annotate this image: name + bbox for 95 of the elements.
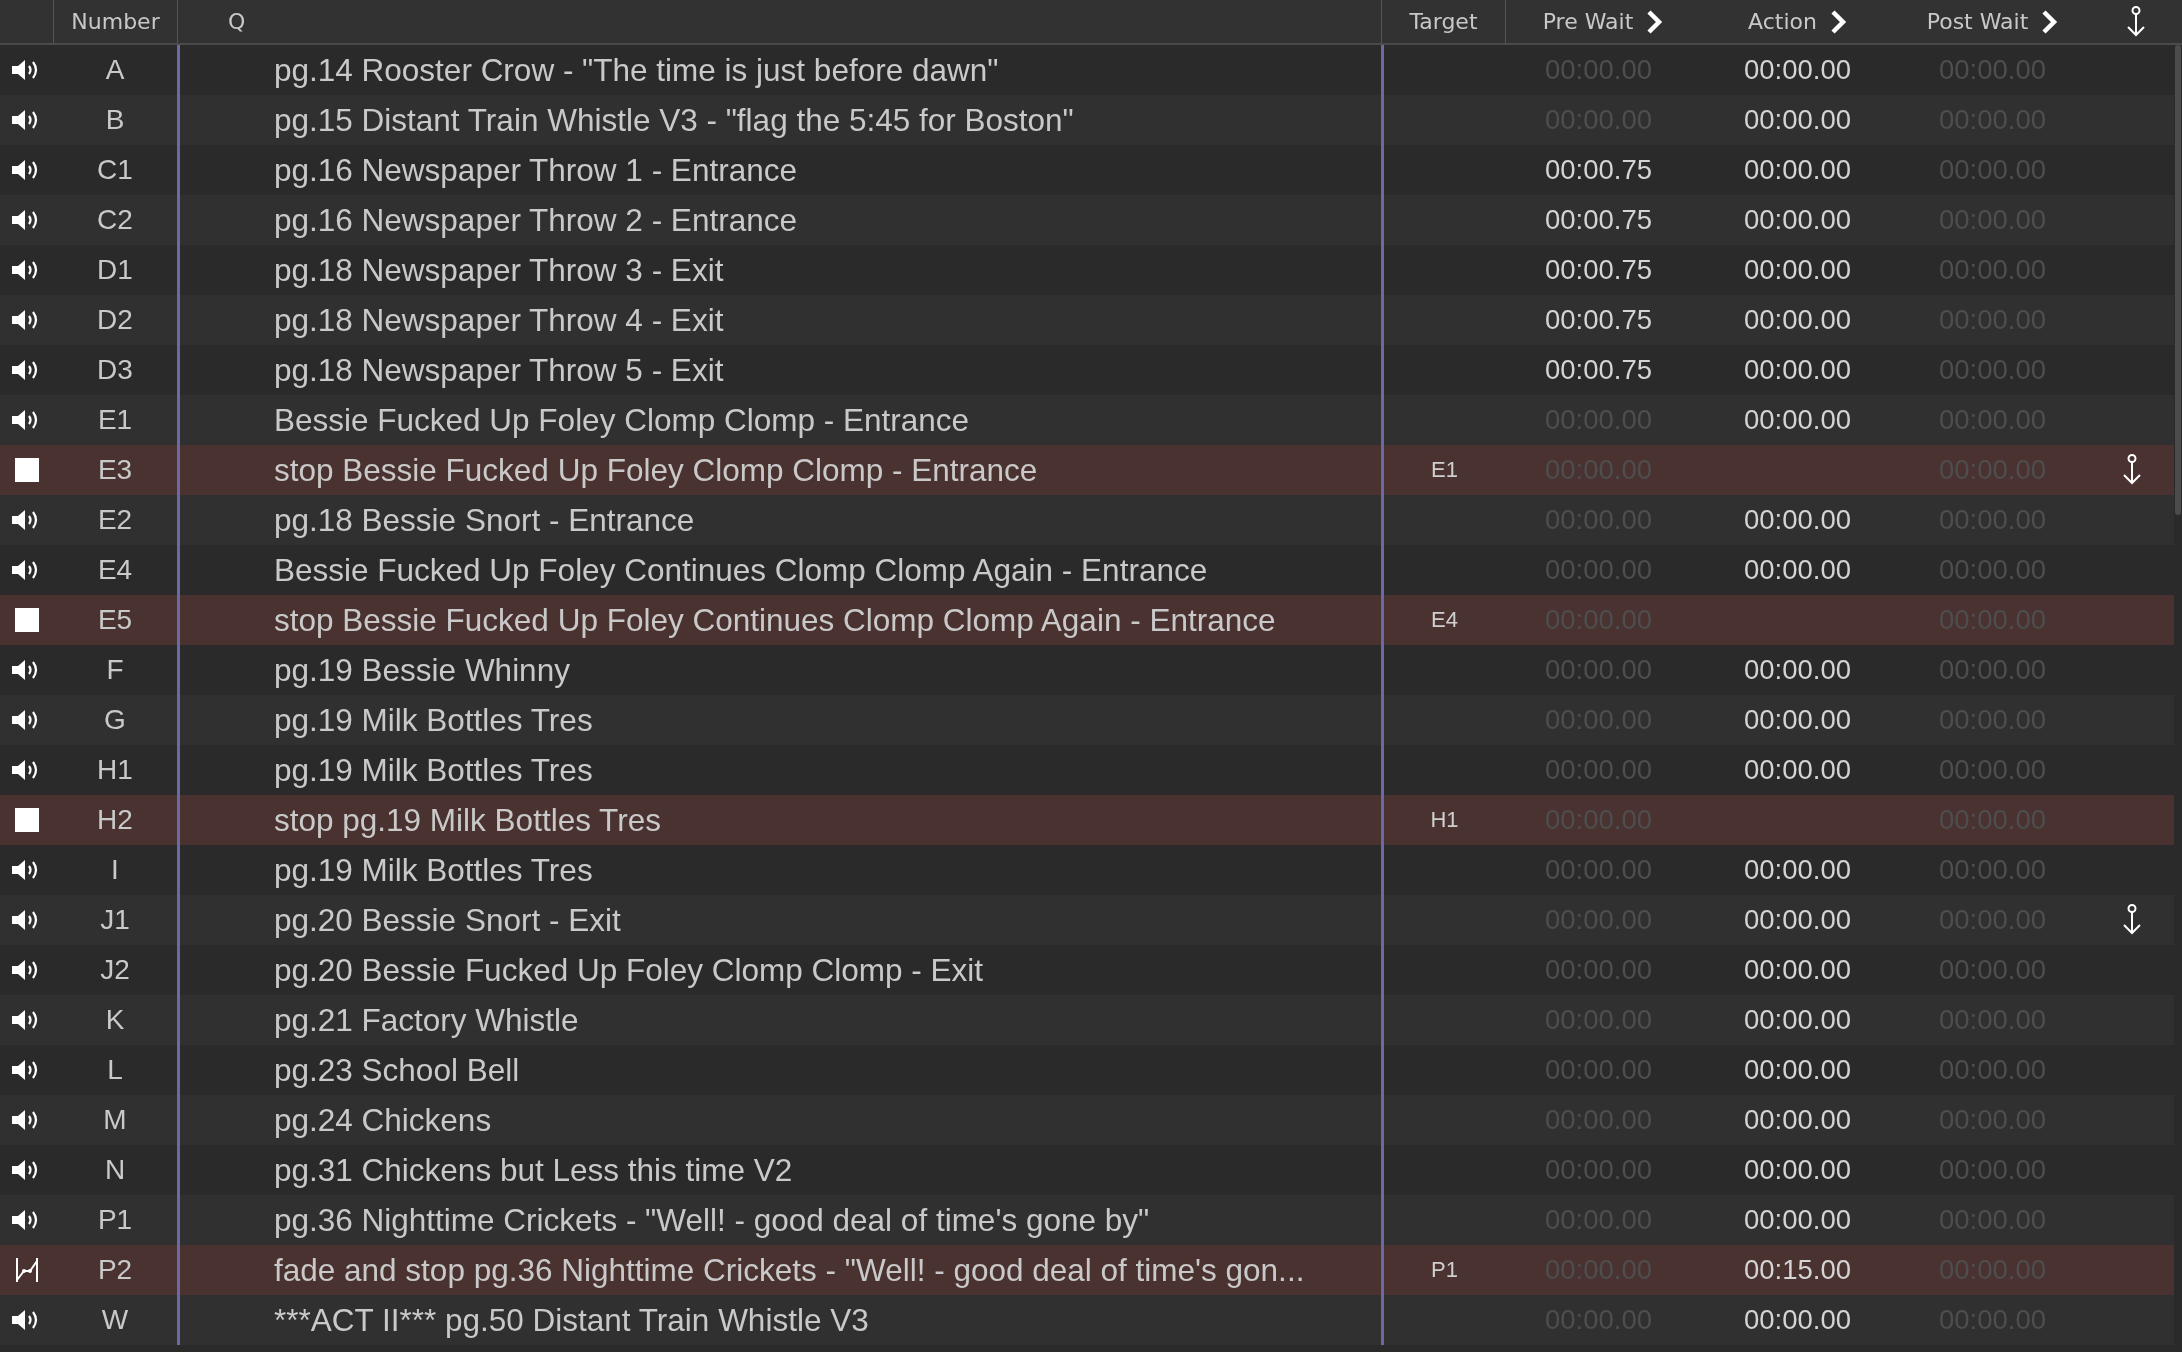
action-time: 00:00.00 <box>1743 54 1851 86</box>
cue-name: pg.18 Bessie Snort - Entrance <box>273 501 695 539</box>
cue-number: J1 <box>100 904 130 936</box>
cue-number: B <box>105 104 125 136</box>
cue-number: A <box>105 54 125 86</box>
action-time: 00:00.00 <box>1743 154 1851 186</box>
cue-number: J2 <box>100 954 130 986</box>
cue-number: L <box>107 1054 123 1086</box>
cue-name: pg.21 Factory Whistle <box>273 1001 579 1039</box>
cue-name: pg.20 Bessie Snort - Exit <box>273 901 621 939</box>
cue-number: F <box>106 654 124 686</box>
cue-number: H1 <box>97 754 133 786</box>
cue-number: D2 <box>97 304 133 336</box>
cue-name: pg.23 School Bell <box>273 1051 520 1089</box>
chevron-icon[interactable] <box>1645 9 1664 34</box>
action-time: 00:00.00 <box>1743 254 1851 286</box>
chevron-icon[interactable] <box>1828 9 1847 34</box>
cue-name: pg.31 Chickens but Less this time V2 <box>273 1151 793 1189</box>
cue-name: pg.18 Newspaper Throw 4 - Exit <box>273 301 724 339</box>
action-time: 00:00.00 <box>1743 704 1851 736</box>
chevron-icon[interactable] <box>2040 9 2059 34</box>
cue-number: M <box>103 1104 127 1136</box>
cue-name: pg.24 Chickens <box>273 1101 492 1139</box>
cue-number: E4 <box>97 554 133 586</box>
cue-name: stop Bessie Fucked Up Foley Clomp Clomp - Entrance <box>273 451 1038 489</box>
column-header[interactable]: Post Wait <box>1926 9 2029 34</box>
cue-number: C2 <box>97 204 133 236</box>
action-time: 00:00.00 <box>1743 1204 1851 1236</box>
action-time: 00:00.00 <box>1743 354 1851 386</box>
column-header[interactable]: Pre Wait <box>1542 9 1634 34</box>
action-time: 00:00.00 <box>1743 204 1851 236</box>
cue-number: E3 <box>97 454 133 486</box>
action-time: 00:00.00 <box>1743 904 1851 936</box>
cue-name: ***ACT II*** pg.50 Distant Train Whistle V3 <box>273 1301 869 1339</box>
cue-number: K <box>105 1004 125 1036</box>
action-time: 00:00.00 <box>1743 554 1851 586</box>
action-time: 00:00.00 <box>1743 1004 1851 1036</box>
action-time: 00:00.00 <box>1743 1104 1851 1136</box>
cue-name: pg.14 Rooster Crow - "The time is just before dawn" <box>273 51 999 89</box>
pre-wait-time: 00:00.75 <box>1545 354 1653 385</box>
cue-name: pg.16 Newspaper Throw 2 - Entrance <box>273 201 797 239</box>
action-time: 00:00.00 <box>1743 754 1851 786</box>
cue-name: pg.15 Distant Train Whistle V3 - "flag the 5:45 for Boston" <box>273 101 1074 139</box>
action-time: 00:00.00 <box>1743 304 1851 336</box>
cue-name: Bessie Fucked Up Foley Continues Clomp Clomp Again - Entrance <box>273 551 1208 589</box>
column-header[interactable]: Target <box>1409 9 1478 34</box>
action-time: 00:00.00 <box>1743 504 1851 536</box>
pre-wait-time: 00:00.75 <box>1545 204 1653 235</box>
cue-name: pg.18 Newspaper Throw 3 - Exit <box>273 251 724 289</box>
column-header[interactable]: Q <box>178 9 246 34</box>
cue-name: stop Bessie Fucked Up Foley Continues Clomp Clomp Again - Entrance <box>273 601 1276 639</box>
cue-number: E5 <box>97 604 133 636</box>
cue-name: pg.19 Bessie Whinny <box>273 651 570 689</box>
action-time: 00:00.00 <box>1743 404 1851 436</box>
cue-name: stop pg.19 Milk Bottles Tres <box>273 801 661 839</box>
action-time: 00:00.00 <box>1743 1304 1851 1336</box>
action-time: 00:00.00 <box>1743 1154 1851 1186</box>
action-time: 00:00.00 <box>1743 654 1851 686</box>
cue-name: pg.19 Milk Bottles Tres <box>273 851 593 889</box>
cue-number: D3 <box>97 354 133 386</box>
pre-wait-time: 00:00.75 <box>1545 154 1653 185</box>
cue-name: pg.36 Nighttime Crickets - "Well! - good deal of time's gone by" <box>273 1201 1150 1239</box>
cue-target: E1 <box>1431 457 1458 483</box>
cue-number: W <box>101 1304 129 1336</box>
cue-number: P2 <box>97 1254 133 1286</box>
action-time: 00:15.00 <box>1743 1254 1851 1286</box>
pre-wait-time: 00:00.75 <box>1545 304 1653 335</box>
cue-target: P1 <box>1431 1257 1458 1283</box>
scrollbar[interactable] <box>2175 45 2181 515</box>
cue-number: P1 <box>97 1204 133 1236</box>
cue-number: N <box>104 1154 126 1186</box>
cue-number: I <box>111 854 119 886</box>
cue-name: pg.20 Bessie Fucked Up Foley Clomp Clomp - Exit <box>273 951 984 989</box>
cue-name: fade and stop pg.36 Nighttime Crickets - "Well! - good deal of time's gon... <box>273 1251 1305 1289</box>
action-time: 00:00.00 <box>1743 854 1851 886</box>
cue-target: E4 <box>1431 607 1458 633</box>
cue-name: pg.16 Newspaper Throw 1 - Entrance <box>273 151 797 189</box>
cue-number: D1 <box>97 254 133 286</box>
cue-number: G <box>104 704 126 736</box>
cue-number: E2 <box>97 504 133 536</box>
column-header[interactable]: Action <box>1748 9 1817 34</box>
cue-target: H1 <box>1430 807 1459 833</box>
action-time: 00:00.00 <box>1743 104 1851 136</box>
action-time: 00:00.00 <box>1743 954 1851 986</box>
action-time: 00:00.00 <box>1743 1054 1851 1086</box>
cue-name: pg.18 Newspaper Throw 5 - Exit <box>273 351 724 389</box>
cue-number: E1 <box>97 404 133 436</box>
cue-number: H2 <box>97 804 133 836</box>
anchor-icon <box>2125 5 2147 38</box>
cue-name: pg.19 Milk Bottles Tres <box>273 751 593 789</box>
cue-name: Bessie Fucked Up Foley Clomp Clomp - Entrance <box>273 401 969 439</box>
pre-wait-time: 00:00.75 <box>1545 254 1653 285</box>
column-header[interactable]: Number <box>71 9 160 34</box>
cue-number: C1 <box>97 154 133 186</box>
cue-name: pg.19 Milk Bottles Tres <box>273 701 593 739</box>
